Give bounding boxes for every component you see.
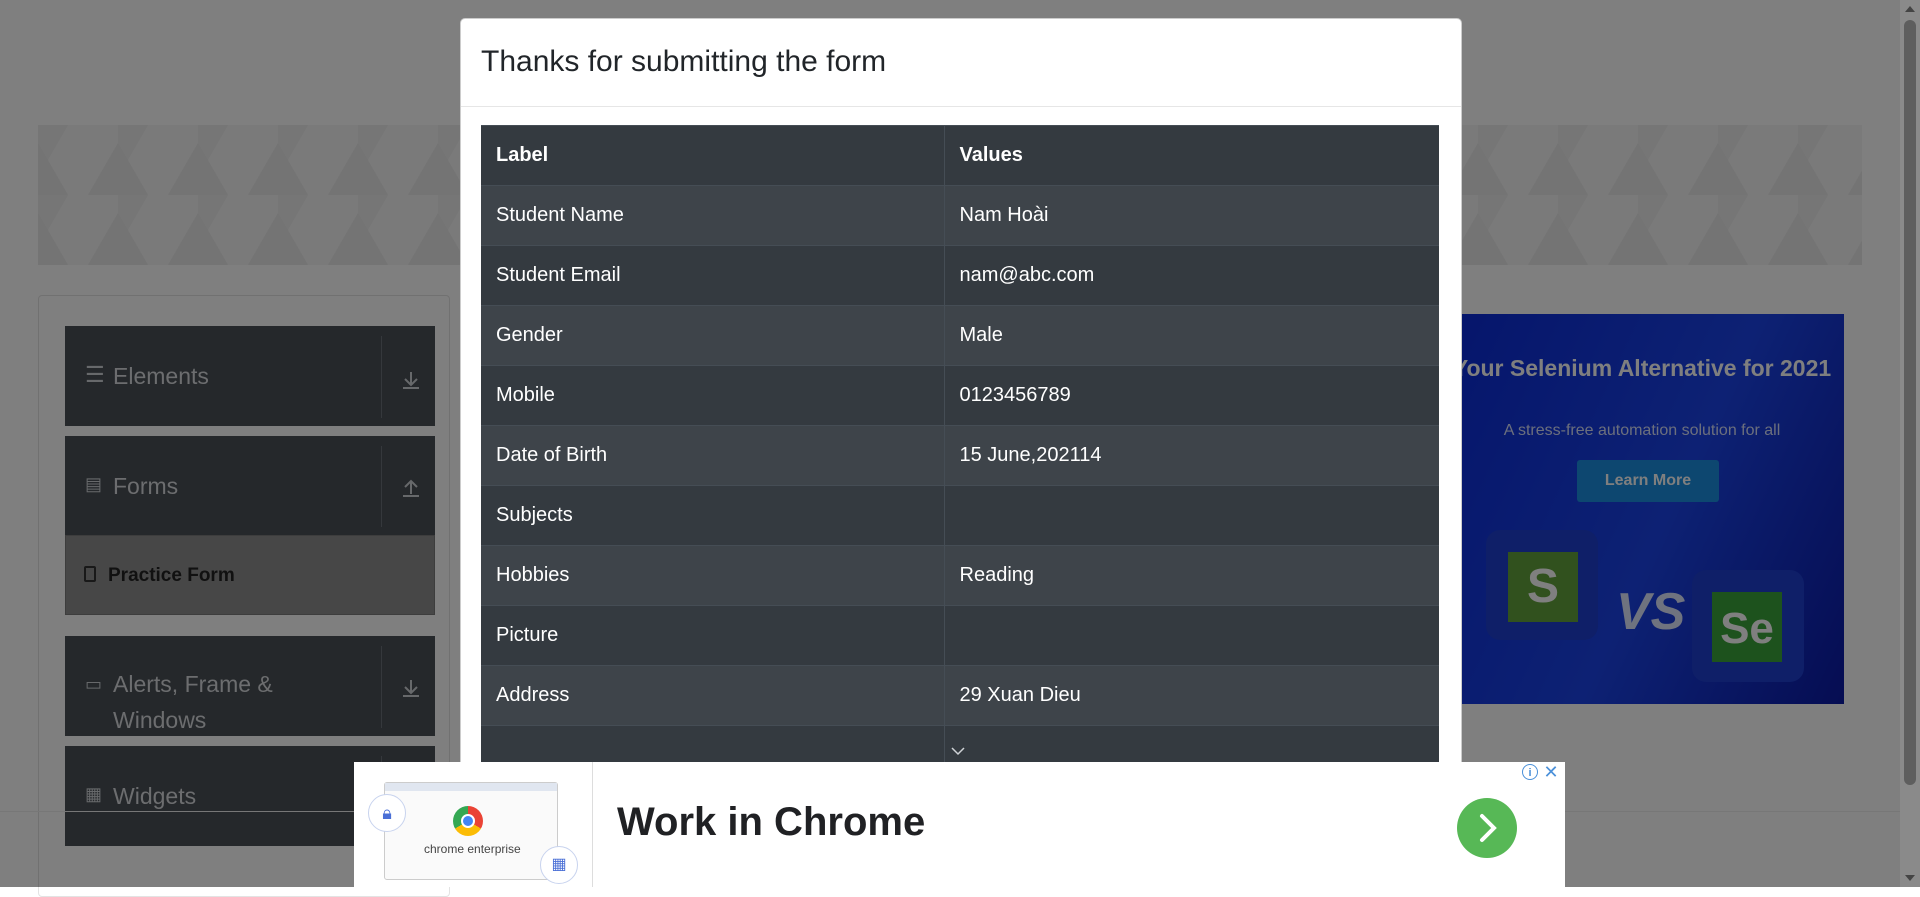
row-label: Student Email (481, 245, 945, 306)
row-label: Picture (481, 605, 945, 666)
row-value: nam@abc.com (944, 245, 1439, 306)
row-value: Reading (944, 545, 1439, 606)
submission-modal: Thanks for submitting the form Label Val… (460, 18, 1462, 820)
lock-icon: 🔒︎ (368, 794, 406, 832)
scroll-up-icon[interactable] (1905, 6, 1915, 12)
column-header-label: Label (481, 125, 945, 186)
ad-close-icon[interactable]: ✕ (1542, 763, 1560, 781)
column-header-values: Values (944, 125, 1439, 186)
building-icon: ▦ (540, 846, 578, 884)
ad-headline: Work in Chrome (617, 800, 926, 844)
row-label: Gender (481, 305, 945, 366)
table-row: Mobile 0123456789 (481, 365, 1439, 426)
table-row: Hobbies Reading (481, 545, 1439, 606)
row-value: Nam Hoài (944, 185, 1439, 246)
table-row: Gender Male (481, 305, 1439, 366)
row-label: Date of Birth (481, 425, 945, 486)
ad-image: chrome enterprise 🔒︎ ▦ (354, 762, 593, 887)
ad-info-icon[interactable]: i (1522, 764, 1538, 780)
table-row: Address 29 Xuan Dieu (481, 665, 1439, 726)
row-label: Hobbies (481, 545, 945, 606)
table-row: Student Email nam@abc.com (481, 245, 1439, 306)
scrollbar-thumb[interactable] (1904, 20, 1916, 785)
row-label: Address (481, 665, 945, 726)
row-value: 29 Xuan Dieu (944, 665, 1439, 726)
bottom-advertisement[interactable]: chrome enterprise 🔒︎ ▦ Work in Chrome i … (354, 762, 1565, 887)
row-label: Subjects (481, 485, 945, 546)
ad-image-caption: chrome enterprise (424, 842, 521, 856)
row-value: 0123456789 (944, 365, 1439, 426)
table-row: Student Name Nam Hoài (481, 185, 1439, 246)
row-value: 15 June,202114 (944, 425, 1439, 486)
row-value (944, 485, 1439, 546)
table-header-row: Label Values (481, 125, 1439, 186)
scroll-down-icon[interactable] (1905, 875, 1915, 881)
chrome-logo-icon (453, 806, 483, 836)
table-row: Date of Birth 15 June,202114 (481, 425, 1439, 486)
row-label: Mobile (481, 365, 945, 426)
submission-table: Label Values Student Name Nam Hoài Studen… (481, 125, 1439, 786)
row-value: Male (944, 305, 1439, 366)
chevron-down-icon (951, 747, 965, 756)
table-row: Subjects (481, 485, 1439, 546)
table-row: Picture (481, 605, 1439, 666)
row-value (944, 605, 1439, 666)
chevron-right-icon (1480, 814, 1497, 842)
modal-header: Thanks for submitting the form (461, 19, 1461, 107)
modal-title: Thanks for submitting the form (481, 45, 887, 78)
page-scrollbar[interactable] (1900, 0, 1920, 887)
ad-go-button[interactable] (1457, 798, 1517, 858)
row-label: Student Name (481, 185, 945, 246)
